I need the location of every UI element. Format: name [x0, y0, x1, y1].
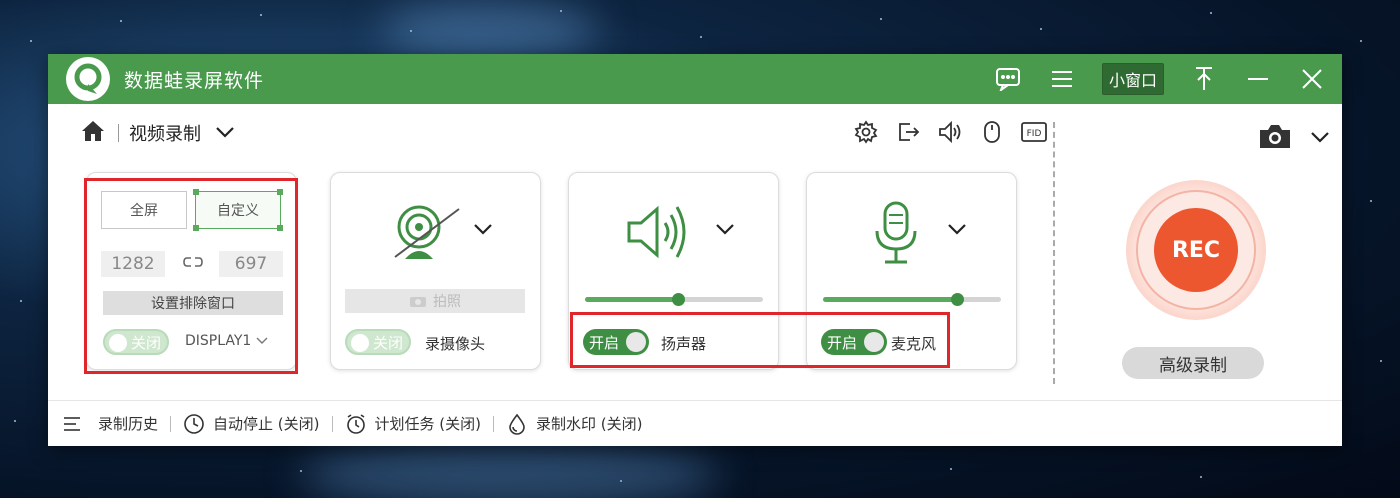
camera-icon	[410, 297, 426, 307]
slider-knob[interactable]	[950, 293, 964, 306]
chevron-down-icon[interactable]	[1310, 129, 1330, 148]
rec-label: REC	[1154, 208, 1238, 292]
schedule-button[interactable]: 计划任务 (关闭)	[345, 413, 481, 435]
toggle-label: 关闭	[373, 333, 404, 352]
section-divider	[1053, 122, 1055, 384]
app-window: 数据蛙录屏软件 小窗口 视频录制 FID 全屏 自定义 1282 697 设置排…	[48, 54, 1342, 446]
export-icon[interactable]	[894, 118, 922, 146]
droplet-icon	[509, 413, 525, 435]
speaker-icon	[625, 203, 695, 265]
auto-stop-label: 自动停止 (关闭)	[213, 415, 320, 433]
toggle-knob	[351, 334, 369, 352]
mode-label[interactable]: 视频录制	[129, 120, 201, 146]
rec-button[interactable]: REC	[1126, 180, 1266, 320]
photo-label: 拍照	[433, 294, 461, 310]
highlight-box-audio	[570, 312, 950, 368]
photo-button[interactable]: 拍照	[345, 289, 525, 313]
svg-text:FID: FID	[1027, 129, 1042, 139]
nebula-glow	[300, 440, 720, 498]
bottom-bar: 录制历史 自动停止 (关闭) 计划任务 (关闭) 录制水印 (关闭)	[48, 400, 1342, 446]
slider-fill	[823, 297, 957, 302]
schedule-label: 计划任务 (关闭)	[374, 415, 481, 433]
webcam-off-icon	[389, 203, 463, 267]
title-bar: 数据蛙录屏软件 小窗口	[48, 54, 1342, 104]
rec-ring: REC	[1136, 190, 1256, 310]
webcam-toggle[interactable]: 关闭	[345, 329, 411, 355]
watermark-label: 录制水印 (关闭)	[535, 415, 643, 433]
webcam-card: 拍照 关闭 录摄像头	[330, 172, 541, 370]
message-icon[interactable]	[994, 65, 1022, 93]
list-icon	[64, 416, 80, 431]
divider	[331, 415, 333, 432]
auto-stop-button[interactable]: 自动停止 (关闭)	[183, 413, 320, 435]
microphone-volume-slider[interactable]	[823, 293, 1001, 306]
divider	[118, 124, 119, 142]
divider	[492, 415, 494, 432]
screenshot-control	[1258, 122, 1330, 154]
mode-bar: 视频录制 FID	[48, 104, 1048, 162]
menu-icon[interactable]	[1048, 65, 1076, 93]
divider	[170, 415, 172, 432]
app-title: 数据蛙录屏软件	[124, 69, 265, 92]
speaker-small-icon[interactable]	[936, 118, 964, 146]
settings-icon[interactable]	[852, 118, 880, 146]
microphone-icon	[871, 201, 921, 269]
speaker-volume-slider[interactable]	[585, 293, 763, 306]
slider-knob[interactable]	[671, 293, 685, 306]
camera-icon[interactable]	[1258, 122, 1292, 154]
history-label: 录制历史	[98, 415, 159, 433]
mini-window-button[interactable]: 小窗口	[1101, 63, 1164, 95]
mouse-icon[interactable]	[978, 118, 1006, 146]
slider-fill	[585, 297, 678, 302]
clock-icon	[184, 413, 204, 434]
pin-icon[interactable]	[1190, 65, 1218, 93]
chevron-down-icon[interactable]	[715, 221, 735, 240]
nebula-glow	[380, 0, 600, 60]
fps-icon[interactable]: FID	[1020, 118, 1048, 146]
minimize-icon[interactable]	[1244, 65, 1272, 93]
watermark-button[interactable]: 录制水印 (关闭)	[506, 413, 642, 435]
history-button[interactable]: 录制历史	[62, 413, 158, 434]
highlight-box-region	[84, 178, 298, 374]
chevron-down-icon[interactable]	[215, 124, 235, 143]
toolbar: FID	[852, 118, 1048, 146]
home-icon[interactable]	[80, 119, 106, 147]
webcam-label: 录摄像头	[425, 335, 486, 353]
app-logo-icon	[66, 57, 110, 101]
advanced-record-button[interactable]: 高级录制	[1122, 347, 1264, 379]
alarm-icon	[346, 413, 365, 434]
close-icon[interactable]	[1298, 65, 1326, 93]
chevron-down-icon[interactable]	[947, 221, 967, 240]
chevron-down-icon[interactable]	[473, 221, 493, 240]
